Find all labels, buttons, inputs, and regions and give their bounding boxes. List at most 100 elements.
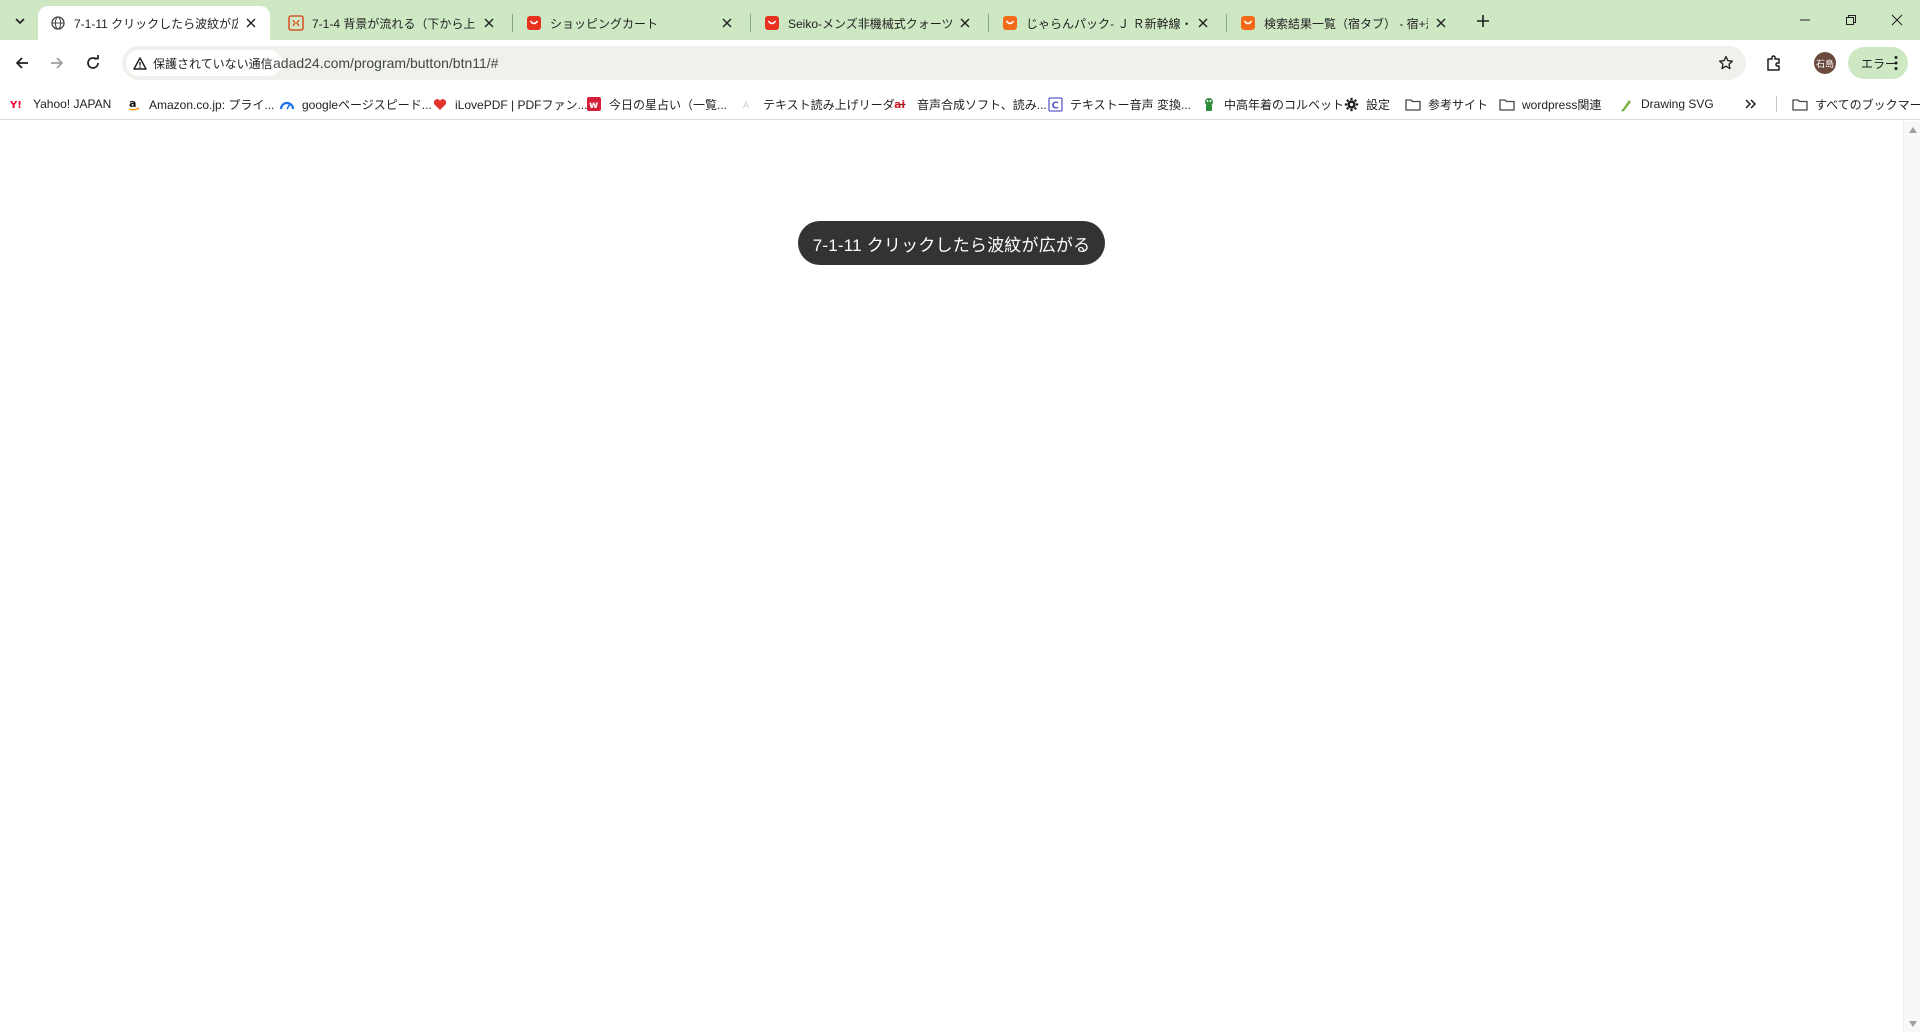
address-bar[interactable]: 保護されていない通信 adad24.com/program/button/btn… [122,46,1746,80]
bookmark-label: 音声合成ソフト、読み... [917,97,1047,112]
svg-pen-icon [1618,96,1634,112]
tab-search-chevron-icon[interactable] [7,8,33,34]
ripple-effect-button[interactable]: 7-1-11 クリックしたら波紋が広がる [798,221,1105,265]
bookmark-amazon[interactable]: a Amazon.co.jp: プライ... [126,93,274,115]
tab[interactable]: Seiko-メンズ非機械式クォーツ腕時 [752,6,984,40]
restore-icon[interactable] [1828,0,1874,40]
security-chip[interactable]: 保護されていない通信 [126,50,282,76]
warning-triangle-icon [133,56,147,70]
tab-title: 7-1-4 背景が流れる（下から上） [312,16,476,31]
folder-icon [1499,96,1515,112]
bookmarks-separator [1776,96,1777,112]
extensions-puzzle-icon[interactable] [1758,47,1790,79]
bookmark-yahoo[interactable]: Y! Yahoo! JAPAN [10,93,111,115]
ai-icon: ai [894,96,910,112]
tab-title: 検索結果一覧（宿タブ） - 宿+飛 [1264,16,1428,31]
horoscope-icon: w [586,96,602,112]
bookmark-corvette[interactable]: 中高年着のコルベット [1201,93,1344,115]
bookmark-label: 中高年着のコルベット [1224,97,1345,112]
svg-text:A: A [743,101,750,111]
error-label: エラー [1861,56,1898,71]
bookmark-drawing-svg[interactable]: Drawing SVG [1618,93,1714,115]
code-icon [288,15,304,31]
bookmark-label: テキストー音声 変換... [1070,97,1191,112]
bookmark-folder-wordpress[interactable]: wordpress関連 [1499,93,1601,115]
tab-close-icon[interactable] [718,14,736,32]
tab[interactable]: 7-1-4 背景が流れる（下から上） [276,6,508,40]
folder-icon [1792,96,1808,112]
reload-icon[interactable] [77,47,109,79]
jalan-icon [1240,15,1256,31]
bookmark-label: Amazon.co.jp: プライ... [149,97,275,112]
bookmark-voice-synth[interactable]: ai 音声合成ソフト、読み... [894,93,1047,115]
pagespeed-icon [279,96,295,112]
bookmark-pagespeed[interactable]: googleページスピード... [279,93,432,115]
bookmark-text-to-speech[interactable]: C テキストー音声 変換... [1047,93,1191,115]
minimize-icon[interactable] [1782,0,1828,40]
tab-close-icon[interactable] [956,14,974,32]
bookmark-folder-reference[interactable]: 参考サイト [1405,93,1488,115]
bookmark-label: Drawing SVG [1641,97,1714,111]
forward-arrow-icon[interactable] [41,47,73,79]
tab-title: ショッピングカート [550,16,659,31]
bookmark-horoscope[interactable]: w 今日の星占い（一覧... [586,93,727,115]
svg-text:w: w [589,100,598,111]
tab-close-icon[interactable] [1432,14,1450,32]
profile-avatar[interactable]: 石島 [1814,52,1836,74]
new-tab-plus-icon[interactable] [1470,8,1496,34]
vertical-scrollbar[interactable] [1903,121,1920,1032]
tab-title: Seiko-メンズ非機械式クォーツ腕時 [788,16,952,31]
svg-text:a: a [129,97,136,110]
tab-close-icon[interactable] [242,14,260,32]
tab-title: 7-1-11 クリックしたら波紋が広がる [74,16,238,31]
gear-icon [1343,96,1359,112]
tab-separator [750,14,751,32]
bookmark-label: 今日の星占い（一覧... [609,97,728,112]
tab-separator [512,14,513,32]
svg-text:C: C [1051,100,1058,111]
tab-active[interactable]: 7-1-11 クリックしたら波紋が広がる [38,6,270,40]
security-label: 保護されていない通信 [153,56,273,71]
bookmark-label: googleページスピード... [302,97,432,112]
tab-title: じゃらんパック- Ｊ Ｒ新幹線・特急 - [1026,16,1190,31]
svg-text:ai: ai [894,98,905,111]
browser-toolbar: 保護されていない通信 adad24.com/program/button/btn… [0,40,1920,86]
more-bookmarks-chevron-icon[interactable] [1744,93,1758,115]
all-bookmarks-button[interactable]: すべてのブックマーク [1792,93,1920,115]
bookmark-settings[interactable]: 設定 [1343,93,1390,115]
heart-icon [432,96,448,112]
jalan-icon [1002,15,1018,31]
tab-separator [1226,14,1227,32]
kebab-menu-icon[interactable] [1894,55,1898,71]
tab-separator [988,14,989,32]
scroll-up-arrow-icon[interactable] [1908,125,1917,134]
amazon-icon: a [126,96,142,112]
bookmark-label: wordpress関連 [1522,97,1602,112]
bookmark-star-icon[interactable] [1714,51,1738,75]
bookmark-label: テキスト読み上げリーダー [763,97,907,112]
bookmark-label: iLovePDF | PDFファン... [455,97,588,112]
yahoo-icon: Y! [10,96,26,112]
tab[interactable]: ショッピングカート [514,6,746,40]
bookmark-label: 設定 [1366,97,1391,112]
c-icon: C [1047,96,1063,112]
tab[interactable]: 検索結果一覧（宿タブ） - 宿+飛 [1228,6,1460,40]
bookmark-label: 参考サイト [1428,97,1489,112]
svg-text:Y!: Y! [10,100,22,110]
scroll-down-arrow-icon[interactable] [1908,1019,1917,1028]
bookmark-text-reader[interactable]: A テキスト読み上げリーダー [740,93,907,115]
tab-close-icon[interactable] [480,14,498,32]
window-close-icon[interactable] [1874,0,1920,40]
all-bookmarks-label: すべてのブックマーク [1815,97,1920,112]
tab[interactable]: じゃらんパック- Ｊ Ｒ新幹線・特急 - [990,6,1222,40]
error-chip-button[interactable]: エラー [1848,47,1908,79]
folder-icon [1405,96,1421,112]
url-text[interactable]: adad24.com/program/button/btn11/# [273,46,498,80]
reader-icon: A [740,96,756,112]
bookmark-ilovepdf[interactable]: iLovePDF | PDFファン... [432,93,587,115]
back-arrow-icon[interactable] [6,47,38,79]
tab-strip: 7-1-11 クリックしたら波紋が広がる 7-1-4 背景が流れる（下から上） … [0,0,1920,40]
globe-icon [50,15,66,31]
tab-close-icon[interactable] [1194,14,1212,32]
bookmarks-bar: Y! Yahoo! JAPAN a Amazon.co.jp: プライ... g… [0,86,1920,120]
